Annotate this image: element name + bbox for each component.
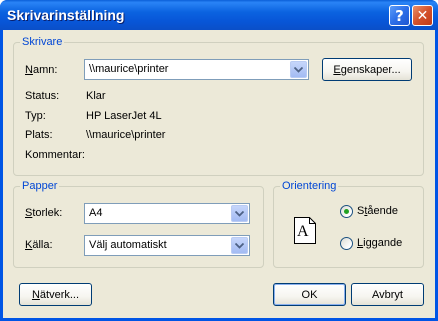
comment-label: Kommentar: [25, 149, 85, 161]
preview-letter: A [297, 223, 309, 240]
window-title: Skrivarinställning [7, 7, 125, 23]
paper-size-combobox[interactable]: A4 [84, 203, 250, 224]
location-value: \\maurice\printer [86, 129, 166, 141]
orientation-group-label: Orientering [280, 180, 339, 192]
printer-setup-dialog: Skrivarinställning ? ✕ Skrivare Namn: \\… [0, 0, 438, 321]
chevron-down-icon[interactable] [231, 205, 248, 222]
cancel-button[interactable]: Avbryt [351, 283, 424, 306]
name-label: Namn: [25, 64, 58, 76]
type-label: Typ: [25, 110, 46, 122]
chevron-down-icon[interactable] [231, 237, 248, 254]
printer-name-value: \\maurice\printer [89, 63, 169, 75]
properties-button[interactable]: Egenskaper... [322, 58, 412, 81]
location-label: Plats: [25, 129, 53, 141]
printer-name-combobox[interactable]: \\maurice\printer [84, 59, 309, 80]
chevron-down-icon[interactable] [290, 61, 307, 78]
paper-source-value: Välj automatiskt [89, 239, 167, 251]
landscape-radio[interactable] [340, 237, 353, 250]
radio-selected-dot [344, 209, 349, 214]
size-label: Storlek: [25, 207, 63, 219]
printer-group: Skrivare Namn: \\maurice\printer Egenska… [13, 36, 424, 176]
status-value: Klar [86, 90, 106, 102]
help-button[interactable]: ? [389, 5, 410, 26]
paper-group-label: Papper [20, 180, 60, 192]
source-label: Källa: [25, 239, 53, 251]
network-button[interactable]: Nätverk... [19, 283, 92, 306]
portrait-label[interactable]: Stående [357, 205, 398, 217]
portrait-radio[interactable] [340, 205, 353, 218]
orientation-group: Orientering A Stående Liggande [273, 180, 424, 268]
type-value: HP LaserJet 4L [86, 110, 162, 122]
printer-group-label: Skrivare [20, 36, 65, 48]
page-preview-icon: A [294, 217, 316, 244]
paper-size-value: A4 [89, 207, 103, 219]
paper-source-combobox[interactable]: Välj automatiskt [84, 235, 250, 256]
close-button[interactable]: ✕ [412, 5, 433, 26]
paper-group: Papper Storlek: A4 Källa: Välj automatis… [13, 180, 264, 268]
status-label: Status: [25, 90, 60, 102]
dialog-client-area: Skrivare Namn: \\maurice\printer Egenska… [3, 30, 435, 318]
ok-button[interactable]: OK [273, 283, 346, 306]
close-icon: ✕ [416, 7, 429, 24]
question-mark-icon: ? [395, 6, 404, 25]
title-bar[interactable]: Skrivarinställning ? ✕ [0, 0, 438, 30]
landscape-label[interactable]: Liggande [357, 237, 402, 249]
